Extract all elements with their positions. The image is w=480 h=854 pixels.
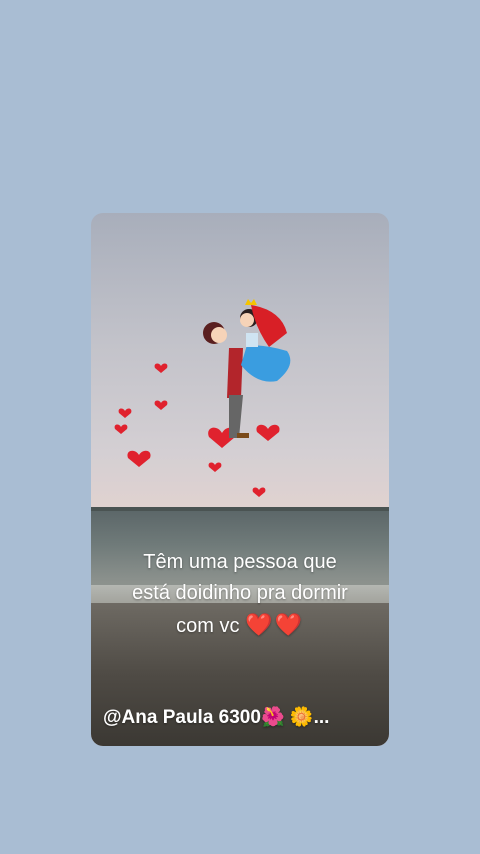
caption-line: Têm uma pessoa que [143, 551, 337, 573]
heart-icon [114, 424, 128, 434]
post-caption: Têm uma pessoa que está doidinho pra dor… [101, 547, 379, 642]
kissing-couple-icon [114, 299, 291, 497]
floating-hearts [114, 363, 280, 497]
heart-icon [154, 363, 168, 373]
heart-icon [252, 487, 266, 497]
heart-icon [154, 400, 168, 410]
hibiscus-icon: 🌺 [260, 707, 285, 728]
horizon [91, 507, 389, 511]
video-card[interactable]: Têm uma pessoa que está doidinho pra dor… [91, 213, 389, 746]
heart-icon [256, 424, 280, 441]
blossom-icon: 🌼 [289, 707, 314, 728]
heart-icon [208, 462, 222, 472]
username-text: @Ana Paula 6300 [103, 707, 261, 728]
caption-text: com vc [176, 615, 240, 637]
caption-line: com vc ❤️❤️ [101, 609, 379, 642]
heart-emoji: ❤️❤️ [245, 612, 304, 637]
ellipsis: ... [313, 707, 330, 728]
heart-icon [118, 408, 132, 418]
username-watermark[interactable]: @Ana Paula 6300🌺 🌼... [103, 705, 389, 729]
heart-icon [127, 450, 151, 467]
caption-line: está doidinho pra dormir [132, 582, 348, 604]
